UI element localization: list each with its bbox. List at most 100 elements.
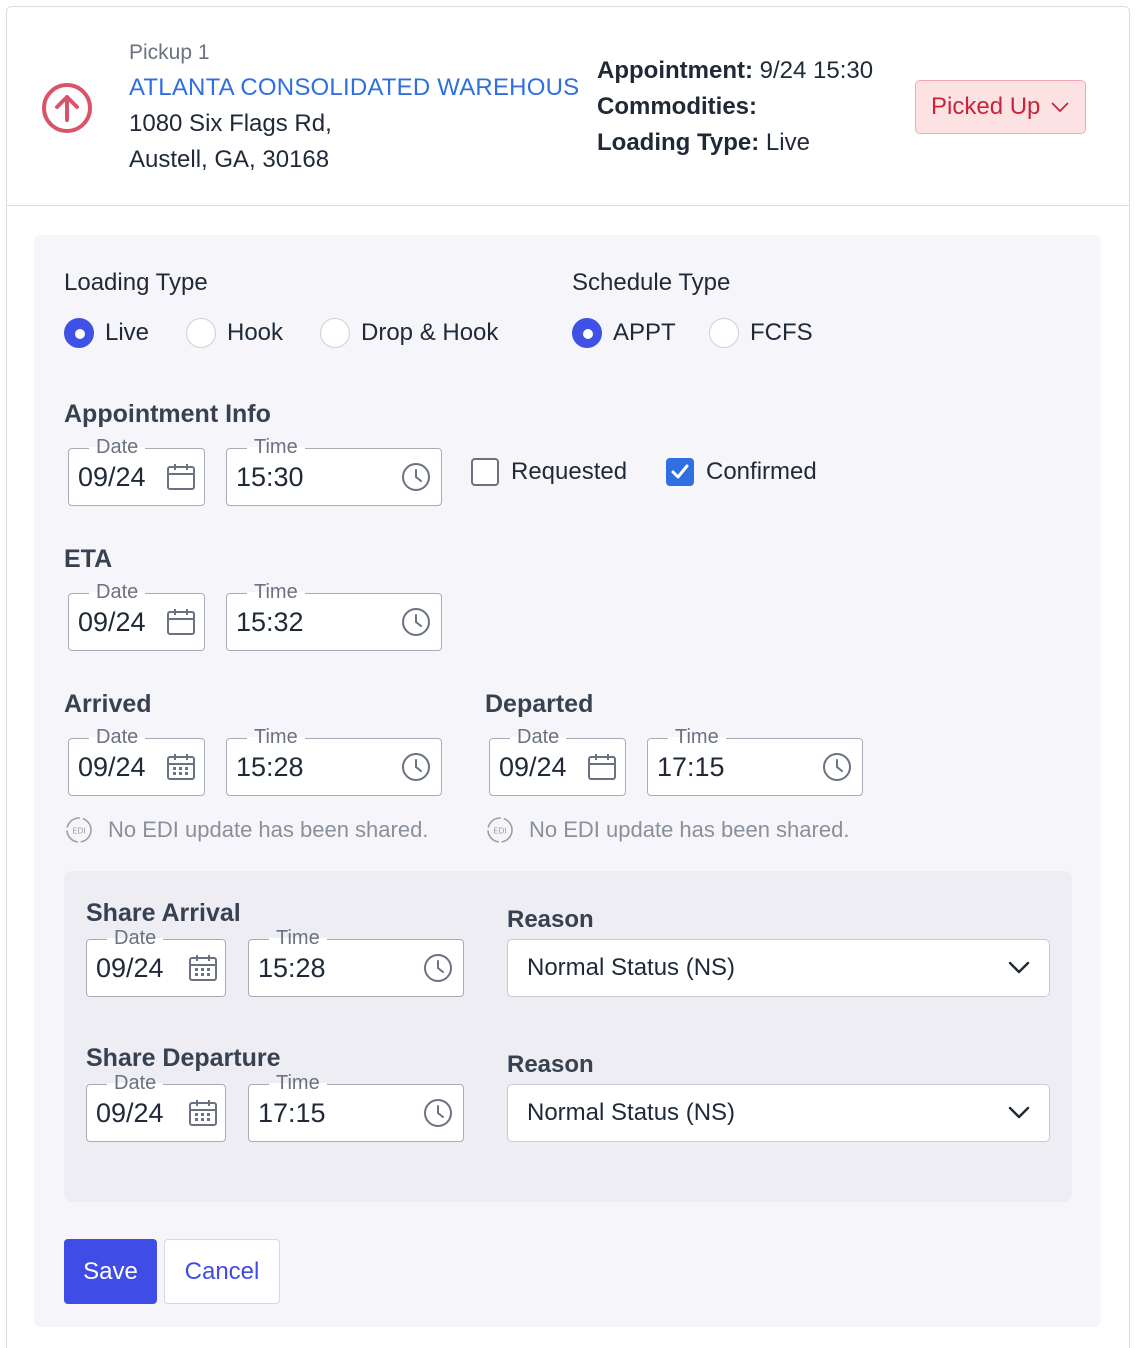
schedule-type-title: Schedule Type xyxy=(572,269,731,296)
arrived-edi-note: EDI No EDI update has been shared. xyxy=(64,815,428,845)
radio-appt[interactable]: APPT xyxy=(572,318,676,348)
calendar-icon[interactable] xyxy=(166,607,196,637)
radio-dot xyxy=(709,318,739,348)
appointment-summary: Appointment: 9/24 15:30 xyxy=(597,57,874,84)
svg-text:EDI: EDI xyxy=(72,827,86,836)
arrow-up-circle-icon xyxy=(42,83,92,133)
radio-hook[interactable]: Hook xyxy=(186,318,283,348)
address-line-1: 1080 Six Flags Rd, xyxy=(129,110,332,137)
appointment-time-field[interactable]: Time 15:30 xyxy=(226,436,442,506)
chevron-down-icon xyxy=(1051,102,1070,113)
share-arrival-time-field[interactable]: Time 15:28 xyxy=(248,927,464,997)
time-value: 17:15 xyxy=(258,1098,326,1128)
departed-date-field[interactable]: Date 09/24 xyxy=(489,726,626,796)
stop-label: Pickup 1 xyxy=(129,41,210,64)
share-arrival-reason-select[interactable]: Normal Status (NS) xyxy=(507,939,1050,997)
calendar-grid-icon[interactable] xyxy=(188,953,218,983)
clock-icon[interactable] xyxy=(401,607,431,637)
calendar-icon[interactable] xyxy=(166,462,196,492)
edi-icon: EDI xyxy=(487,817,513,843)
share-departure-reason-label: Reason xyxy=(507,1051,594,1078)
cancel-button[interactable]: Cancel xyxy=(164,1239,280,1304)
date-label: Date xyxy=(510,726,567,748)
radio-live[interactable]: Live xyxy=(64,318,149,348)
date-value: 09/24 xyxy=(96,1098,164,1128)
time-value: 15:28 xyxy=(258,953,326,983)
arrived-date-field[interactable]: Date 09/24 xyxy=(68,726,205,796)
clock-icon[interactable] xyxy=(401,752,431,782)
loading-type-title: Loading Type xyxy=(64,269,208,296)
date-label: Date xyxy=(89,726,146,748)
clock-icon[interactable] xyxy=(423,1098,453,1128)
status-dropdown[interactable]: Picked Up xyxy=(915,80,1086,134)
radio-dot xyxy=(186,318,216,348)
eta-date-field[interactable]: Date 09/24 xyxy=(68,581,205,651)
stop-edit-panel: Loading Type Live Hook Drop & Hook Sched… xyxy=(34,235,1101,1327)
date-label: Date xyxy=(89,581,146,603)
appointment-info-title: Appointment Info xyxy=(64,400,271,428)
confirmed-checkbox[interactable]: Confirmed xyxy=(666,458,817,486)
date-value: 09/24 xyxy=(78,607,146,637)
eta-title: ETA xyxy=(64,545,113,573)
date-value: 09/24 xyxy=(96,953,164,983)
time-label: Time xyxy=(269,1072,327,1094)
edi-icon: EDI xyxy=(66,817,92,843)
share-departure-time-field[interactable]: Time 17:15 xyxy=(248,1072,464,1142)
checkbox-box-checked xyxy=(666,458,694,486)
departed-title: Departed xyxy=(485,690,594,718)
time-label: Time xyxy=(247,581,305,603)
eta-time-field[interactable]: Time 15:32 xyxy=(226,581,442,651)
time-label: Time xyxy=(247,436,305,458)
arrived-title: Arrived xyxy=(64,690,152,718)
share-departure-reason-select[interactable]: Normal Status (NS) xyxy=(507,1084,1050,1142)
stop-card: Pickup 1 ATLANTA CONSOLIDATED WAREHOUS 1… xyxy=(6,6,1130,1348)
radio-fcfs[interactable]: FCFS xyxy=(709,318,813,348)
time-label: Time xyxy=(247,726,305,748)
share-arrival-reason-label: Reason xyxy=(507,906,594,933)
chevron-down-icon xyxy=(1008,961,1030,974)
chevron-down-icon xyxy=(1008,1106,1030,1119)
date-value: 09/24 xyxy=(499,752,567,782)
checkbox-box xyxy=(471,458,499,486)
clock-icon[interactable] xyxy=(401,462,431,492)
date-value: 09/24 xyxy=(78,752,146,782)
calendar-grid-icon[interactable] xyxy=(188,1098,218,1128)
loading-type-summary: Loading Type: Live xyxy=(597,129,810,156)
date-value: 09/24 xyxy=(78,462,146,492)
share-departure-title: Share Departure xyxy=(86,1044,281,1072)
radio-dot xyxy=(320,318,350,348)
radio-dot xyxy=(572,318,602,348)
date-label: Date xyxy=(89,436,146,458)
svg-text:EDI: EDI xyxy=(493,827,507,836)
appointment-date-field[interactable]: Date 09/24 xyxy=(68,436,205,506)
time-value: 15:30 xyxy=(236,462,304,492)
requested-checkbox[interactable]: Requested xyxy=(471,458,627,486)
clock-icon[interactable] xyxy=(423,953,453,983)
calendar-icon[interactable] xyxy=(587,752,617,782)
status-label: Picked Up xyxy=(931,93,1041,120)
commodities-summary: Commodities: xyxy=(597,93,758,120)
check-icon xyxy=(671,464,689,479)
share-departure-date-field[interactable]: Date 09/24 xyxy=(86,1072,226,1142)
stop-name-link[interactable]: ATLANTA CONSOLIDATED WAREHOUS xyxy=(129,74,579,102)
calendar-grid-icon[interactable] xyxy=(166,752,196,782)
radio-dot xyxy=(64,318,94,348)
address-line-2: Austell, GA, 30168 xyxy=(129,146,330,173)
time-value: 15:32 xyxy=(236,607,304,637)
departed-time-field[interactable]: Time 17:15 xyxy=(647,726,863,796)
share-arrival-date-field[interactable]: Date 09/24 xyxy=(86,927,226,997)
time-value: 17:15 xyxy=(657,752,725,782)
time-label: Time xyxy=(269,927,327,949)
radio-drop-and-hook[interactable]: Drop & Hook xyxy=(320,318,498,348)
clock-icon[interactable] xyxy=(822,752,852,782)
time-value: 15:28 xyxy=(236,752,304,782)
date-label: Date xyxy=(107,1072,164,1094)
stop-header: Pickup 1 ATLANTA CONSOLIDATED WAREHOUS 1… xyxy=(7,7,1129,206)
arrived-time-field[interactable]: Time 15:28 xyxy=(226,726,442,796)
date-label: Date xyxy=(107,927,164,949)
departed-edi-note: EDI No EDI update has been shared. xyxy=(485,815,849,845)
save-button[interactable]: Save xyxy=(64,1239,157,1304)
share-arrival-title: Share Arrival xyxy=(86,899,241,927)
share-edi-panel: Share Arrival Date 09/24 Time 15:28 Reas… xyxy=(64,871,1072,1202)
time-label: Time xyxy=(668,726,726,748)
